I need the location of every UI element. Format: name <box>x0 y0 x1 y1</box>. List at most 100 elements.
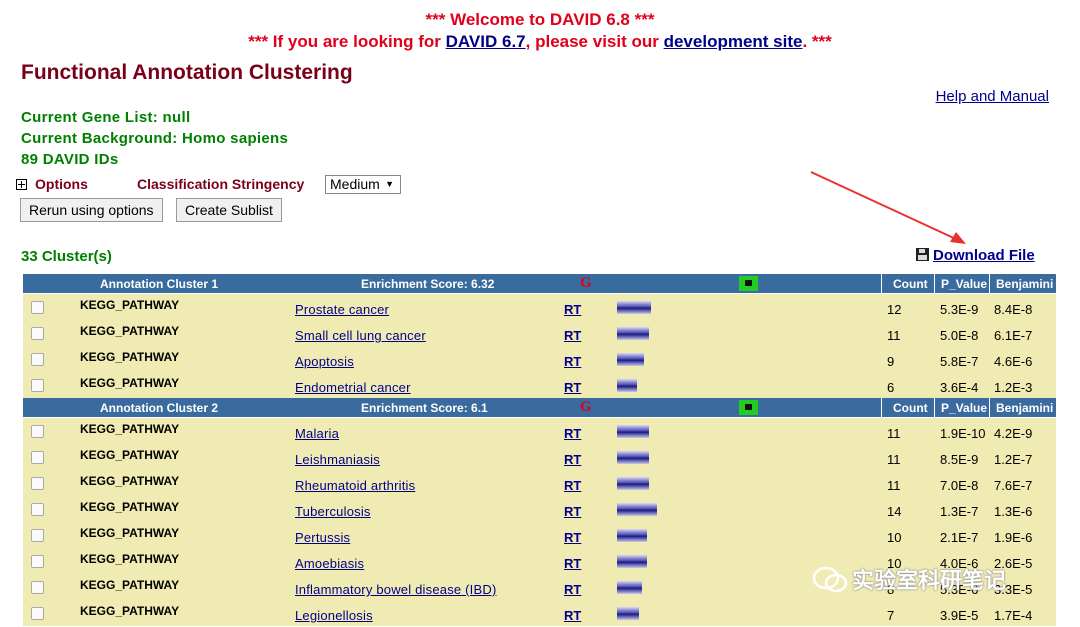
term-link[interactable]: Small cell lung cancer <box>295 328 426 343</box>
table-row: KEGG_PATHWAY Malaria RT 11 1.9E-10 4.2E-9 <box>23 418 1056 444</box>
row-checkbox[interactable] <box>31 327 44 340</box>
pvalue-value: 8.5E-9 <box>940 452 979 467</box>
count-value: 9 <box>887 354 895 369</box>
category: KEGG_PATHWAY <box>80 298 180 312</box>
gene-g-icon[interactable]: G <box>580 399 592 416</box>
row-checkbox[interactable] <box>31 607 44 620</box>
header-benjamini: Benjamini <box>996 277 1054 291</box>
category: KEGG_PATHWAY <box>80 350 180 364</box>
count-value: 11 <box>887 478 901 493</box>
term-link[interactable]: Inflammatory bowel disease (IBD) <box>295 582 496 597</box>
rt-link[interactable]: RT <box>564 328 581 343</box>
development-site-link[interactable]: development site <box>664 32 803 51</box>
row-checkbox[interactable] <box>31 379 44 392</box>
cluster-header: Annotation Cluster 2 Enrichment Score: 6.… <box>23 398 1056 418</box>
expand-plus-icon[interactable] <box>16 178 27 190</box>
row-checkbox[interactable] <box>31 425 44 438</box>
row-checkbox[interactable] <box>31 301 44 314</box>
rerun-button[interactable]: Rerun using options <box>20 198 163 222</box>
table-row: KEGG_PATHWAY Rheumatoid arthritis RT 11 7.0E… <box>23 470 1056 496</box>
enrichment-bar <box>617 301 651 314</box>
term-link[interactable]: Tuberculosis <box>295 504 371 519</box>
header-pvalue: P_Value <box>941 277 988 291</box>
stringency-selected-value: Medium <box>330 176 380 192</box>
row-checkbox[interactable] <box>31 477 44 490</box>
benjamini-value: 1.2E-3 <box>994 380 1033 395</box>
david67-link[interactable]: DAVID 6.7 <box>446 32 526 51</box>
row-checkbox[interactable] <box>31 451 44 464</box>
count-value: 10 <box>887 530 902 545</box>
stringency-label: Classification Stringency <box>137 176 305 192</box>
rt-link[interactable]: RT <box>564 478 581 493</box>
rt-link[interactable]: RT <box>564 354 581 369</box>
enrichment-bar <box>617 477 649 490</box>
term-link[interactable]: Legionellosis <box>295 608 373 623</box>
david-id-count: 89 DAVID IDs <box>21 151 119 168</box>
term-link[interactable]: Apoptosis <box>295 354 354 369</box>
enrichment-bar <box>617 607 639 620</box>
count-value: 11 <box>887 452 901 467</box>
enrichment-bar <box>617 327 649 340</box>
download-file-link[interactable]: Download File <box>916 247 1035 264</box>
table-row: KEGG_PATHWAY Prostate cancer RT 12 5.3E-9 8.4… <box>23 294 1056 320</box>
benjamini-value: 1.3E-6 <box>994 504 1033 519</box>
dropdown-arrow-icon: ▼ <box>385 179 394 189</box>
term-link[interactable]: Prostate cancer <box>295 302 389 317</box>
count-value: 14 <box>887 504 902 519</box>
enrichment-bar <box>617 353 644 366</box>
rt-link[interactable]: RT <box>564 608 581 623</box>
row-checkbox[interactable] <box>31 503 44 516</box>
term-link[interactable]: Pertussis <box>295 530 350 545</box>
pvalue-value: 5.0E-8 <box>940 328 979 343</box>
count-value: 7 <box>887 608 895 623</box>
category: KEGG_PATHWAY <box>80 376 180 390</box>
cluster-name: Annotation Cluster 2 <box>100 401 219 415</box>
row-checkbox[interactable] <box>31 529 44 542</box>
rt-link[interactable]: RT <box>564 556 581 571</box>
banner-text-pre: *** If you are looking for <box>248 32 446 51</box>
count-value: 6 <box>887 380 895 395</box>
row-checkbox[interactable] <box>31 353 44 366</box>
pvalue-value: 5.8E-7 <box>940 354 979 369</box>
help-manual-link[interactable]: Help and Manual <box>936 88 1049 105</box>
stringency-select[interactable]: Medium ▼ <box>325 175 401 194</box>
cluster-count: 33 Cluster(s) <box>21 248 112 265</box>
term-link[interactable]: Leishmaniasis <box>295 452 380 467</box>
term-link[interactable]: Malaria <box>295 426 339 441</box>
options-label: Options <box>35 176 88 192</box>
pvalue-value: 7.0E-8 <box>940 478 979 493</box>
banner-text-mid: , please visit our <box>525 32 664 51</box>
welcome-banner: *** Welcome to DAVID 6.8 *** <box>425 10 655 29</box>
enrichment-bar <box>617 581 642 594</box>
header-count: Count <box>893 401 928 415</box>
category: KEGG_PATHWAY <box>80 500 180 514</box>
benjamini-value: 1.2E-7 <box>994 452 1033 467</box>
row-checkbox[interactable] <box>31 581 44 594</box>
pvalue-value: 5.3E-9 <box>940 302 979 317</box>
row-checkbox[interactable] <box>31 555 44 568</box>
rt-link[interactable]: RT <box>564 302 581 317</box>
rt-link[interactable]: RT <box>564 582 581 597</box>
heatmap-icon[interactable] <box>739 400 758 415</box>
gene-g-icon[interactable]: G <box>580 275 592 292</box>
table-row: KEGG_PATHWAY Apoptosis RT 9 5.8E-7 4.6E-6 <box>23 346 1056 372</box>
enrichment-bar <box>617 529 647 542</box>
create-sublist-button[interactable]: Create Sublist <box>176 198 282 222</box>
header-benjamini: Benjamini <box>996 401 1054 415</box>
rt-link[interactable]: RT <box>564 452 581 467</box>
rt-link[interactable]: RT <box>564 380 581 395</box>
rt-link[interactable]: RT <box>564 426 581 441</box>
heatmap-icon[interactable] <box>739 276 758 291</box>
term-link[interactable]: Rheumatoid arthritis <box>295 478 415 493</box>
rt-link[interactable]: RT <box>564 530 581 545</box>
page-title: Functional Annotation Clustering <box>21 61 353 84</box>
count-value: 11 <box>887 328 901 343</box>
category: KEGG_PATHWAY <box>80 422 180 436</box>
category: KEGG_PATHWAY <box>80 578 180 592</box>
category: KEGG_PATHWAY <box>80 448 180 462</box>
rt-link[interactable]: RT <box>564 504 581 519</box>
options-toggle[interactable]: Options <box>16 176 88 192</box>
table-row: KEGG_PATHWAY Legionellosis RT 7 3.9E-5 1.7E-4 <box>23 600 1056 626</box>
term-link[interactable]: Endometrial cancer <box>295 380 411 395</box>
term-link[interactable]: Amoebiasis <box>295 556 364 571</box>
